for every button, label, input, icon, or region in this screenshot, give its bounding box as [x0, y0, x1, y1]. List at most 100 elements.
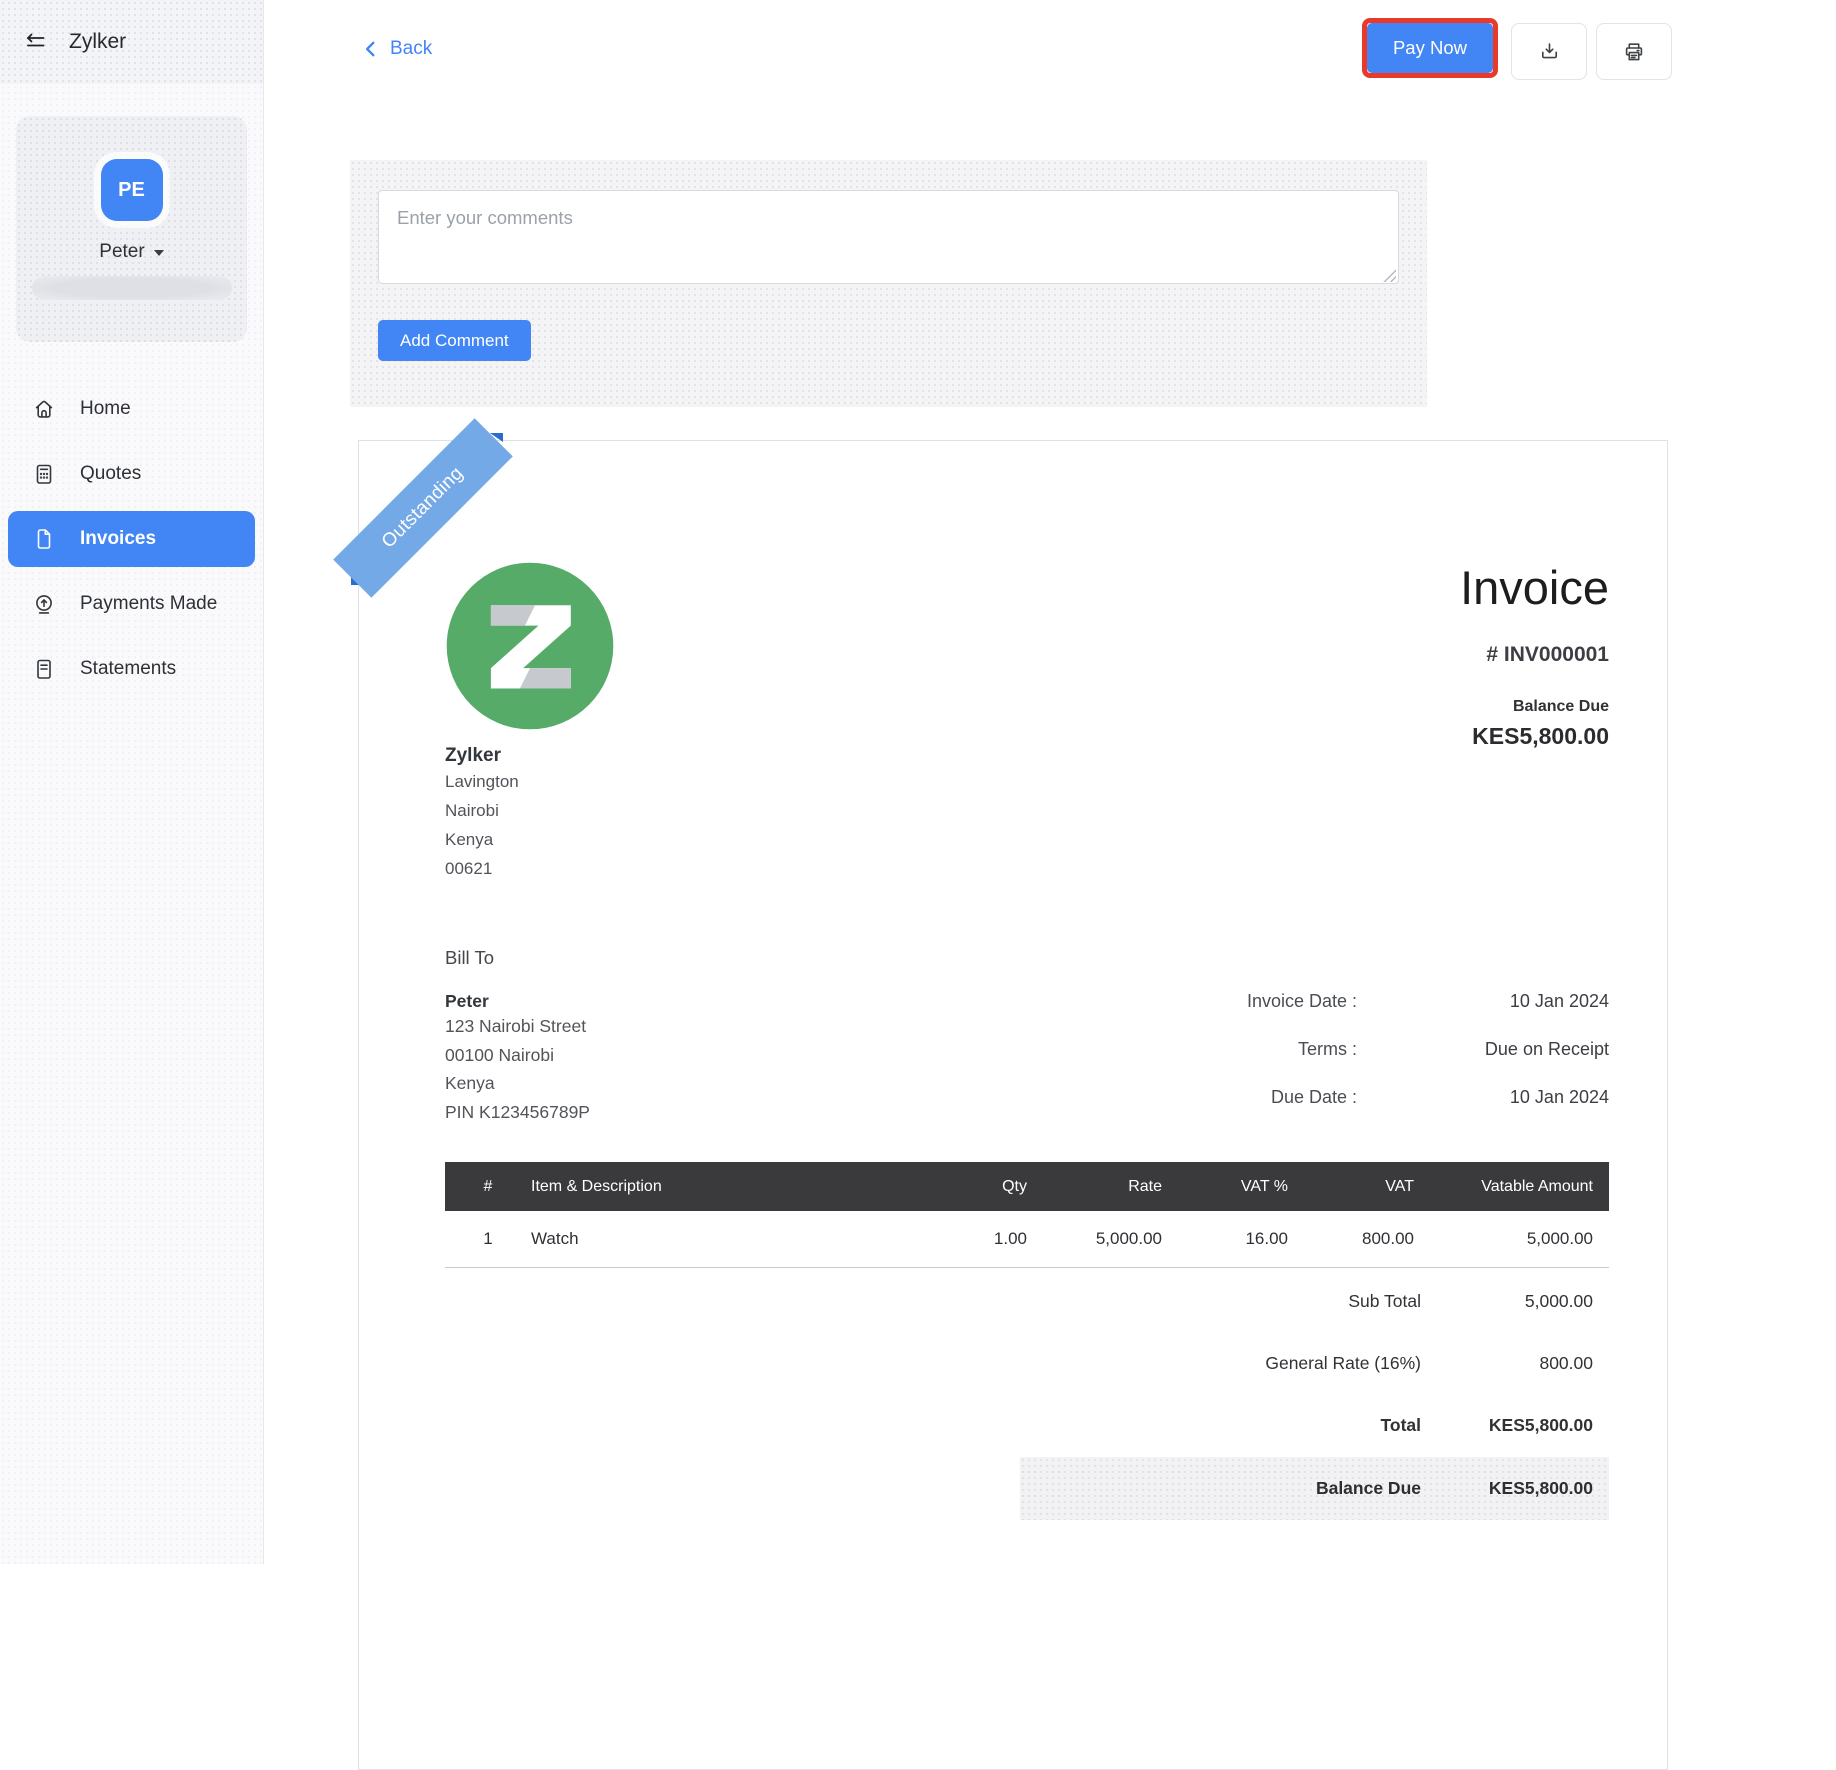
chevron-left-icon [362, 40, 379, 58]
col-header-vat: VAT [1296, 1162, 1422, 1211]
download-icon [1538, 40, 1561, 63]
balance-due-row: Balance Due KES5,800.00 [1020, 1457, 1609, 1520]
org-name: Zylker [445, 745, 1609, 767]
subtotal-row: Sub Total 5,000.00 [445, 1271, 1609, 1333]
back-button[interactable]: Back [362, 38, 432, 60]
cell-vatable-amount: 5,000.00 [1422, 1211, 1609, 1267]
payments-made-icon [32, 592, 56, 616]
add-comment-button[interactable]: Add Comment [378, 320, 531, 361]
total-value: KES5,800.00 [1421, 1415, 1609, 1436]
comments-panel: Add Comment [350, 160, 1427, 407]
sidebar-item-quotes[interactable]: Quotes [8, 446, 255, 502]
col-header-item: Item & Description [531, 1162, 945, 1211]
bill-to-address-line: 123 Nairobi Street [445, 1012, 590, 1041]
total-label: Total [1380, 1415, 1421, 1436]
total-row: Total KES5,800.00 [445, 1395, 1609, 1457]
sidebar-item-statements[interactable]: Statements [8, 641, 255, 697]
terms-label: Terms : [1139, 1039, 1357, 1087]
invoices-icon [32, 527, 56, 551]
cell-index: 1 [445, 1211, 531, 1267]
sidebar-header: Zylker [0, 0, 263, 84]
invoice-date-row: Invoice Date : 10 Jan 2024 [1139, 991, 1609, 1039]
balance-due-amount: KES5,800.00 [1460, 723, 1609, 750]
pay-now-highlight: Pay Now [1362, 18, 1498, 78]
pay-now-button[interactable]: Pay Now [1367, 23, 1493, 73]
cell-vat-pct: 16.00 [1170, 1211, 1296, 1267]
avatar: PE [101, 159, 163, 221]
sidebar-item-label: Payments Made [80, 593, 217, 615]
subtotal-label: Sub Total [1348, 1291, 1421, 1312]
balance-due-label: Balance Due [1460, 698, 1609, 716]
sidebar-item-label: Statements [80, 658, 176, 680]
col-header-qty: Qty [945, 1162, 1035, 1211]
profile-card: PE Peter [16, 116, 247, 342]
due-date-value: 10 Jan 2024 [1357, 1087, 1609, 1135]
print-icon [1622, 40, 1646, 64]
collapse-sidebar-icon[interactable] [22, 30, 49, 54]
invoice-header: Invoice # INV000001 Balance Due KES5,800… [1460, 564, 1609, 750]
profile-name: Peter [99, 241, 144, 263]
main-content: Back Pay Now [264, 0, 1836, 1564]
line-items-table: # Item & Description Qty Rate VAT % VAT … [445, 1162, 1609, 1268]
download-button[interactable] [1511, 23, 1587, 80]
home-icon [32, 397, 56, 421]
bill-to-name: Peter [445, 991, 590, 1012]
cell-qty: 1.00 [945, 1211, 1035, 1267]
org-address-line: 00621 [445, 854, 1609, 883]
sidebar-item-payments-made[interactable]: Payments Made [8, 576, 255, 632]
col-header-vat-pct: VAT % [1170, 1162, 1296, 1211]
totals-section: Sub Total 5,000.00 General Rate (16%) 80… [445, 1271, 1609, 1520]
terms-row: Terms : Due on Receipt [1139, 1039, 1609, 1087]
bill-to-address-line: Kenya [445, 1069, 590, 1098]
col-header-rate: Rate [1035, 1162, 1170, 1211]
cell-item: Watch [531, 1211, 945, 1267]
topbar: Back Pay Now [264, 0, 1836, 80]
sidebar-nav: Home Quotes Invoices [0, 381, 263, 697]
comment-input[interactable] [378, 190, 1399, 284]
quotes-icon [32, 462, 56, 486]
col-header-index: # [445, 1162, 531, 1211]
cell-rate: 5,000.00 [1035, 1211, 1170, 1267]
print-button[interactable] [1596, 23, 1672, 80]
cell-vat: 800.00 [1296, 1211, 1422, 1267]
bill-to-label: Bill To [445, 947, 590, 969]
tax-value: 800.00 [1421, 1353, 1609, 1374]
sidebar-item-label: Quotes [80, 463, 141, 485]
invoice-date-label: Invoice Date : [1139, 991, 1357, 1039]
org-address-line: Lavington [445, 767, 1609, 796]
invoice-title: Invoice [1460, 564, 1609, 611]
profile-menu[interactable]: Peter [16, 241, 247, 263]
balance-row-value: KES5,800.00 [1421, 1478, 1609, 1499]
col-header-vatable-amount: Vatable Amount [1422, 1162, 1609, 1211]
sidebar-item-label: Invoices [80, 528, 156, 550]
sidebar-item-invoices[interactable]: Invoices [8, 511, 255, 567]
invoice-meta: Invoice Date : 10 Jan 2024 Terms : Due o… [1139, 947, 1609, 1135]
invoice-document: Outstanding Invoice # INV000001 Balance … [358, 440, 1668, 1770]
profile-placeholder-bar [32, 276, 232, 300]
due-date-label: Due Date : [1139, 1087, 1357, 1135]
due-date-row: Due Date : 10 Jan 2024 [1139, 1087, 1609, 1135]
subtotal-value: 5,000.00 [1421, 1291, 1609, 1312]
topbar-actions: Pay Now [1362, 18, 1672, 80]
bill-to-block: Bill To Peter 123 Nairobi Street 00100 N… [445, 947, 590, 1135]
sidebar-item-label: Home [80, 398, 131, 420]
tax-row: General Rate (16%) 800.00 [445, 1333, 1609, 1395]
brand-name: Zylker [69, 30, 126, 54]
bill-to-address-line: 00100 Nairobi [445, 1041, 590, 1070]
sidebar: Zylker PE Peter Home [0, 0, 264, 1564]
balance-row-label: Balance Due [1316, 1478, 1421, 1499]
org-address-line: Kenya [445, 825, 1609, 854]
bill-to-address-line: PIN K123456789P [445, 1098, 590, 1127]
statements-icon [32, 657, 56, 681]
invoice-date-value: 10 Jan 2024 [1357, 991, 1609, 1039]
table-row: 1 Watch 1.00 5,000.00 16.00 800.00 5,000… [445, 1211, 1609, 1267]
back-label: Back [390, 38, 432, 60]
tax-label: General Rate (16%) [1265, 1353, 1421, 1374]
table-header-row: # Item & Description Qty Rate VAT % VAT … [445, 1162, 1609, 1211]
org-block: Zylker Lavington Nairobi Kenya 00621 [445, 441, 1609, 883]
terms-value: Due on Receipt [1357, 1039, 1609, 1087]
sidebar-item-home[interactable]: Home [8, 381, 255, 437]
invoice-number: # INV000001 [1460, 643, 1609, 667]
org-logo [445, 561, 615, 731]
chevron-down-icon [154, 250, 164, 256]
